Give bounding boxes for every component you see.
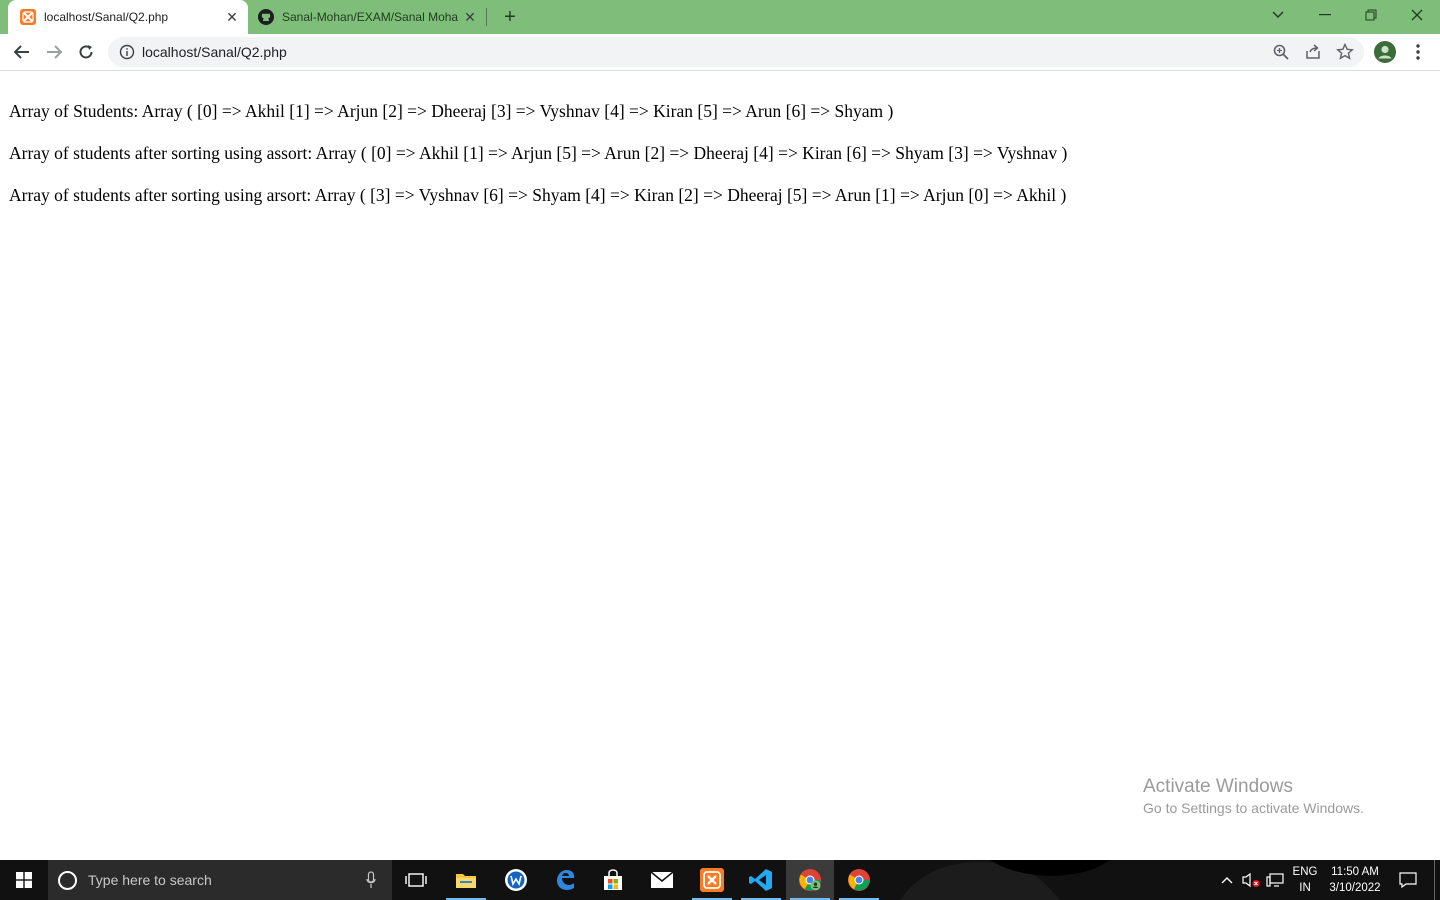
edge-icon[interactable] <box>541 860 589 900</box>
region-code: IN <box>1299 882 1311 894</box>
watermark-title: Activate Windows <box>1143 776 1293 797</box>
file-explorer-icon[interactable] <box>442 860 490 900</box>
page-content: Array of Students: Array ( [0] => Akhil … <box>0 71 1440 860</box>
output-line-asort: Array of students after sorting using as… <box>9 143 1068 163</box>
reload-icon <box>79 45 93 59</box>
tab-close-icon[interactable]: ✕ <box>460 7 480 27</box>
chrome-profile-icon[interactable] <box>786 860 834 900</box>
windows-taskbar: Type here to search ENG IN 11:50 AM 3/10… <box>0 860 1440 900</box>
info-icon[interactable] <box>119 44 135 60</box>
notification-center-icon[interactable] <box>1394 860 1422 900</box>
windows-logo-icon <box>16 872 32 888</box>
browser-toolbar: localhost/Sanal/Q2.php <box>0 34 1440 71</box>
new-tab-button[interactable]: + <box>498 5 522 29</box>
store-icon[interactable] <box>589 860 637 900</box>
person-icon <box>1378 45 1392 59</box>
forward-button[interactable] <box>40 38 68 66</box>
restore-button[interactable] <box>1348 0 1394 30</box>
tab-title: Sanal-Mohan/EXAM/Sanal Moha <box>282 10 459 24</box>
zoom-icon[interactable] <box>1272 43 1290 61</box>
vscode-icon[interactable] <box>737 860 785 900</box>
xampp-icon <box>20 9 36 25</box>
show-desktop-button[interactable] <box>1434 860 1435 900</box>
tab-inactive[interactable]: Sanal-Mohan/EXAM/Sanal Moha ✕ <box>250 0 486 34</box>
activate-windows-watermark: Activate Windows Go to Settings to activ… <box>1143 776 1364 816</box>
volume-muted-icon[interactable] <box>1240 860 1262 900</box>
app-icon[interactable] <box>492 860 540 900</box>
cortana-icon <box>58 871 77 890</box>
github-icon <box>258 9 274 25</box>
mail-icon[interactable] <box>638 860 686 900</box>
share-icon[interactable] <box>1304 43 1322 61</box>
forward-arrow-icon <box>47 45 62 59</box>
system-clock[interactable]: 11:50 AM 3/10/2022 <box>1320 864 1390 896</box>
tab-active[interactable]: localhost/Sanal/Q2.php ✕ <box>8 0 248 34</box>
back-arrow-icon <box>14 45 29 59</box>
address-bar[interactable]: localhost/Sanal/Q2.php <box>108 37 1364 67</box>
tab-separator <box>486 8 487 26</box>
search-placeholder: Type here to search <box>88 872 212 888</box>
clock-time: 11:50 AM <box>1331 866 1379 878</box>
network-icon[interactable] <box>1264 860 1286 900</box>
chrome-icon[interactable] <box>835 860 883 900</box>
clock-date: 3/10/2022 <box>1329 882 1381 894</box>
microphone-icon[interactable] <box>366 871 376 889</box>
output-line-students: Array of Students: Array ( [0] => Akhil … <box>9 101 894 121</box>
start-button[interactable] <box>0 860 48 900</box>
reload-button[interactable] <box>72 38 100 66</box>
tab-close-icon[interactable]: ✕ <box>222 7 242 27</box>
show-hidden-icons-chevron-icon[interactable] <box>1217 860 1237 900</box>
task-view-icon[interactable] <box>392 860 440 900</box>
language-code: ENG <box>1292 866 1318 878</box>
browser-titlebar: localhost/Sanal/Q2.php ✕ Sanal-Mohan/EXA… <box>0 0 1440 34</box>
profile-avatar[interactable] <box>1374 41 1396 63</box>
menu-button[interactable] <box>1408 42 1428 62</box>
url-text: localhost/Sanal/Q2.php <box>142 44 287 60</box>
close-button[interactable] <box>1394 0 1440 30</box>
taskbar-search-box[interactable]: Type here to search <box>48 860 392 900</box>
watermark-subtitle: Go to Settings to activate Windows. <box>1143 800 1364 816</box>
bookmark-star-icon[interactable] <box>1336 43 1354 61</box>
language-indicator[interactable]: ENG IN <box>1290 864 1320 896</box>
output-line-arsort: Array of students after sorting using ar… <box>9 185 1067 205</box>
tab-title: localhost/Sanal/Q2.php <box>44 10 169 24</box>
back-button[interactable] <box>8 38 36 66</box>
minimize-button[interactable] <box>1302 0 1348 30</box>
more-vert-icon <box>1416 44 1420 60</box>
tab-search-icon[interactable] <box>1255 0 1301 30</box>
xampp-icon[interactable] <box>688 860 736 900</box>
